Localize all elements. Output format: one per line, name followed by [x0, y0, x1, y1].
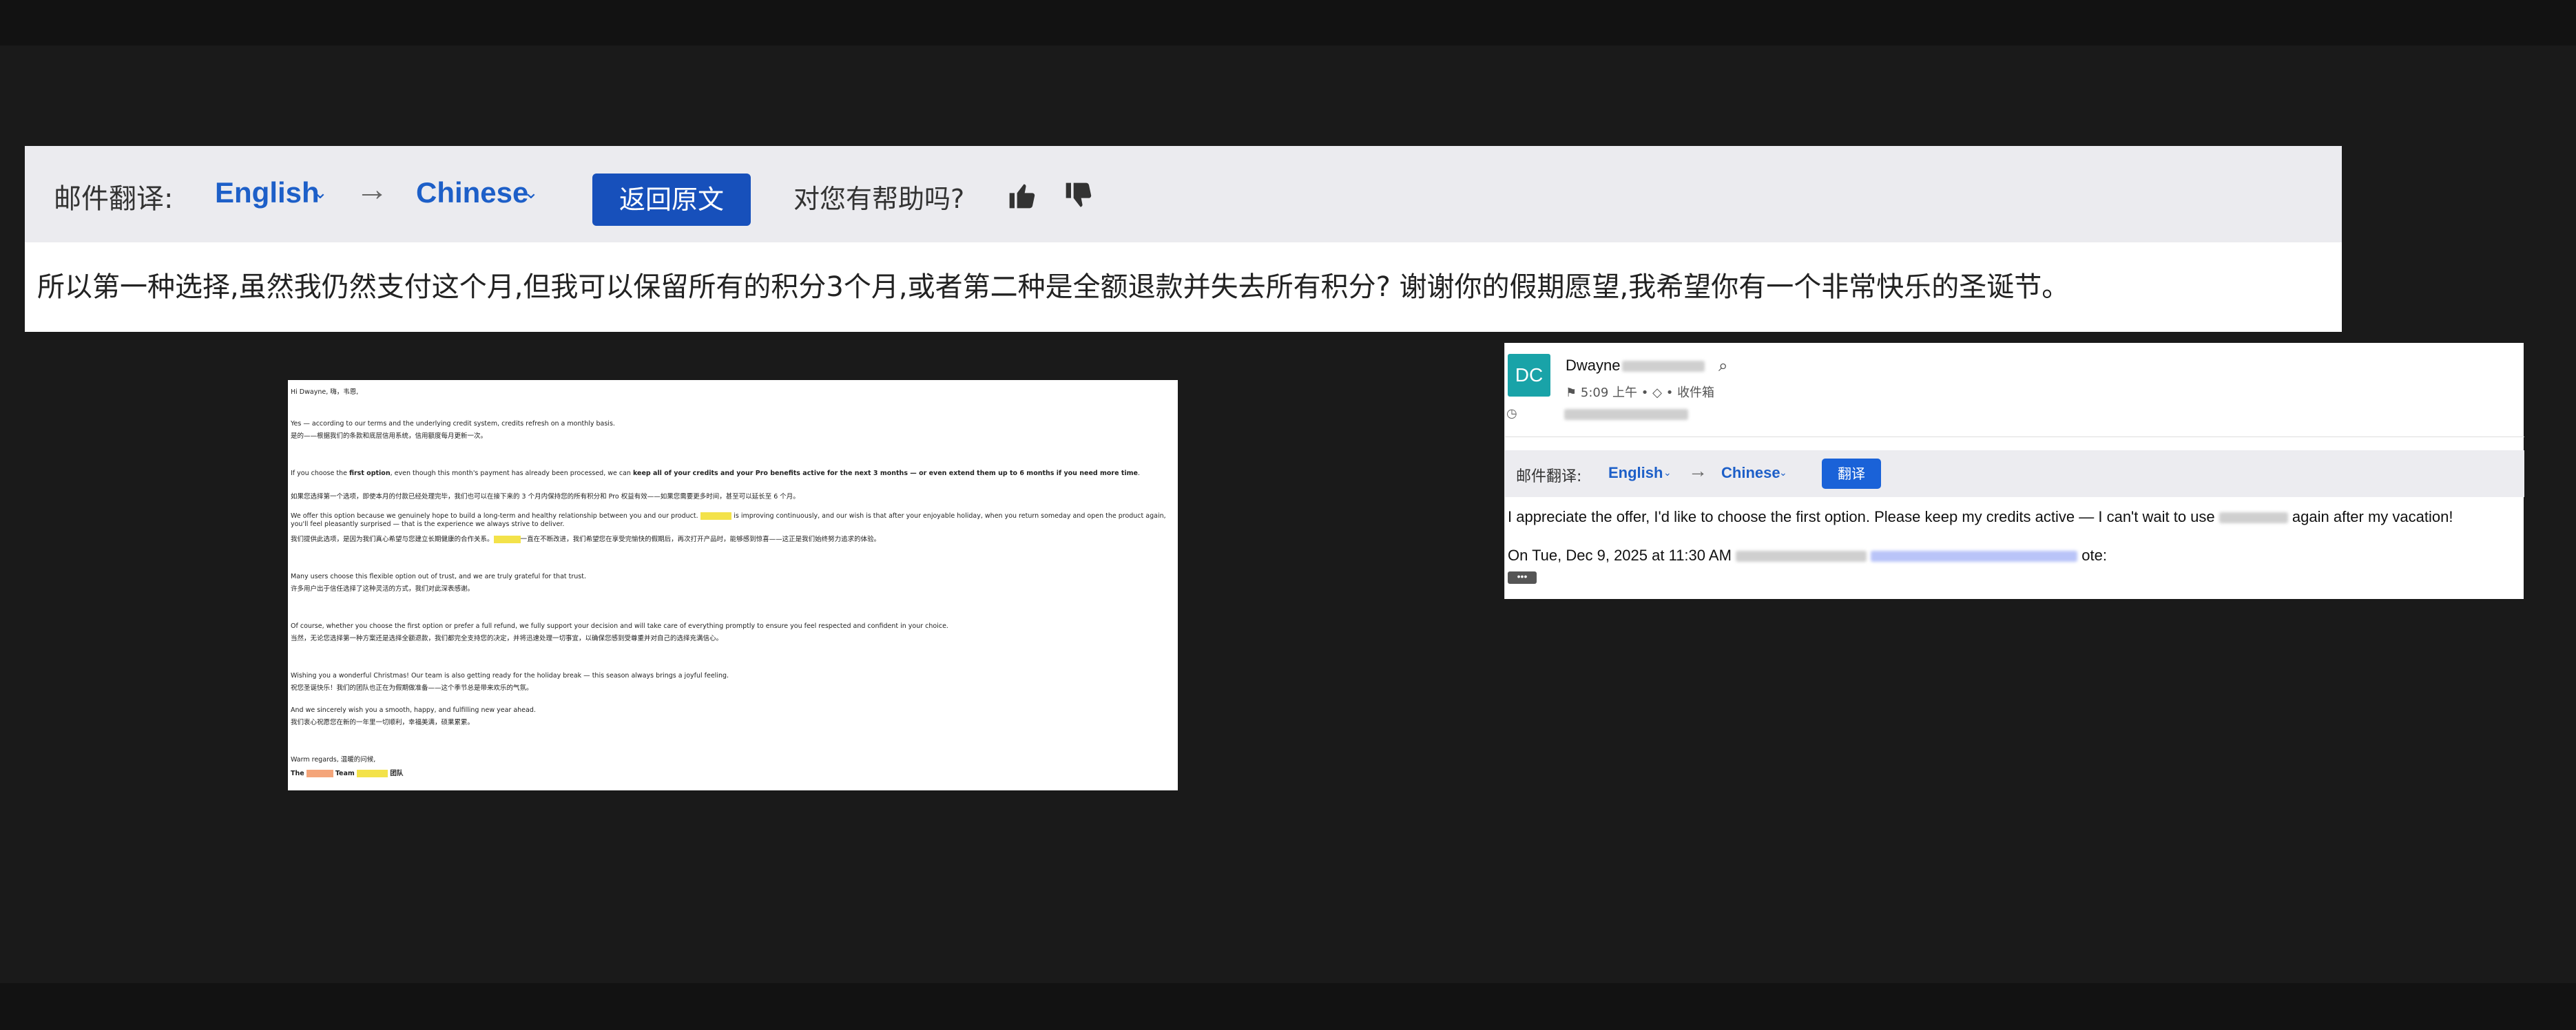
paragraph-zh: 如果您选择第一个选项，即使本月的付款已经处理完毕，我们也可以在接下来的 3 个月… — [291, 493, 800, 501]
separator-dot: • — [1641, 386, 1649, 400]
paragraph-zh: 祝您圣诞快乐！我们的团队也正在为假期做准备——这个季节总是带来欢乐的气氛。 — [291, 684, 533, 692]
arrow-right-icon: → — [1688, 460, 1707, 481]
redacted-sender — [1736, 551, 1867, 563]
target-language-select[interactable]: Chinese — [1721, 464, 1780, 482]
paragraph-en: Yes — according to our terms and the und… — [291, 420, 615, 428]
redacted-email — [1622, 361, 1705, 372]
paragraph-en: And we sincerely wish you a smooth, happ… — [291, 706, 536, 714]
tag-icon[interactable]: ◇ — [1652, 386, 1662, 400]
translate-label: 邮件翻译: — [54, 183, 174, 215]
clock-icon: ◷ — [1506, 406, 1517, 420]
signoff: Warm regards, 温暖的问候, — [291, 756, 376, 764]
paragraph-zh: 是的——根据我们的条款和底层信用系统，信用额度每月更新一次。 — [291, 432, 488, 440]
translated-text: 所以第一种选择,虽然我仍然支付这个月,但我可以保留所有的积分3个月,或者第二种是… — [37, 271, 2070, 303]
message-time: 5:09 上午 — [1580, 386, 1638, 400]
message-meta: ⚑ 5:09 上午 • ◇ • 收件箱 — [1566, 383, 1714, 401]
translation-toolbar: 邮件翻译: English ⌄ → Chinese ⌄ 返回原文 对您有帮助吗? — [25, 146, 2342, 242]
flag-icon[interactable]: ⚑ — [1566, 386, 1577, 400]
paragraph-en: If you choose the first option, even tho… — [291, 470, 1141, 477]
show-original-button[interactable]: 返回原文 — [592, 174, 751, 226]
chevron-down-icon[interactable]: ⌄ — [313, 182, 328, 203]
chevron-down-icon[interactable]: ⌄ — [523, 182, 539, 203]
avatar[interactable]: DC — [1508, 354, 1550, 397]
show-quoted-button[interactable]: ••• — [1508, 571, 1537, 584]
redacted-recipient — [1564, 409, 1688, 420]
paragraph-en: Many users choose this flexible option o… — [291, 573, 586, 580]
paragraph-zh: 我们提供此选项，是因为我们真心希望与您建立长期健康的合作关系。XXXXXX一直在… — [291, 536, 881, 543]
redacted-product-name: XXXXXX — [493, 536, 521, 543]
top-bar — [0, 0, 2576, 45]
chevron-down-icon[interactable]: ⌄ — [1663, 467, 1672, 479]
helpful-question: 对您有帮助吗? — [793, 184, 965, 214]
chevron-down-icon[interactable]: ⌄ — [1779, 467, 1787, 479]
translation-toolbar: 邮件翻译: English ⌄ → Chinese ⌄ 翻译 — [1505, 450, 2524, 497]
paragraph-en: Of course, whether you choose the first … — [291, 622, 948, 630]
redacted-product-name — [2219, 512, 2288, 524]
paragraph-en: Wishing you a wonderful Christmas! Our t… — [291, 672, 729, 680]
translate-label: 邮件翻译: — [1516, 468, 1582, 485]
thumbs-up-icon[interactable] — [1007, 180, 1037, 211]
paragraph-zh: 许多用户出于信任选择了这种灵活的方式，我们对此深表感谢。 — [291, 585, 475, 593]
team-signature: The XXXXXX Team XXXXXXX 团队 — [291, 770, 404, 777]
arrow-right-icon: → — [355, 171, 388, 208]
bottom-bar — [0, 983, 2576, 1030]
sender-name[interactable]: Dwayne — [1566, 357, 1620, 375]
source-language-select[interactable]: English — [215, 176, 320, 209]
translation-panel-large: 邮件翻译: English ⌄ → Chinese ⌄ 返回原文 对您有帮助吗?… — [25, 146, 2342, 332]
separator-dot: • — [1665, 386, 1674, 400]
redacted-email-link — [1871, 551, 2078, 563]
redacted-product-name: XXXXXXX — [700, 512, 732, 520]
target-language-select[interactable]: Chinese — [416, 176, 528, 209]
quoted-header: On Tue, Dec 9, 2025 at 11:30 AM ote: — [1508, 547, 2107, 564]
folder-name[interactable]: 收件箱 — [1677, 386, 1714, 400]
redacted-company-name: XXXXXXX — [356, 770, 388, 777]
greeting: Hi Dwayne, 嗨，韦恩, — [291, 388, 359, 396]
redacted-company-name: XXXXXX — [306, 770, 333, 777]
paragraph-en: We offer this option because we genuinel… — [291, 512, 1166, 528]
paragraph-zh: 我们衷心祝愿您在新的一年里一切顺利，幸福美满，硕果累累。 — [291, 719, 475, 726]
email-document: Hi Dwayne, 嗨，韦恩, Yes — according to our … — [288, 380, 1178, 790]
message-body: I appreciate the offer, I'd like to choo… — [1508, 508, 2453, 525]
search-icon[interactable]: ⌕ — [1718, 357, 1727, 376]
email-client-panel: DC Dwayne ⌕ ⚑ 5:09 上午 • ◇ • 收件箱 ◷ 邮件翻译: … — [1504, 343, 2524, 599]
thumbs-down-icon[interactable] — [1063, 180, 1094, 211]
translate-button[interactable]: 翻译 — [1822, 459, 1881, 489]
paragraph-zh: 当然，无论您选择第一种方案还是选择全额退款，我们都完全支持您的决定，并将迅速处理… — [291, 635, 723, 642]
source-language-select[interactable]: English — [1608, 464, 1663, 482]
